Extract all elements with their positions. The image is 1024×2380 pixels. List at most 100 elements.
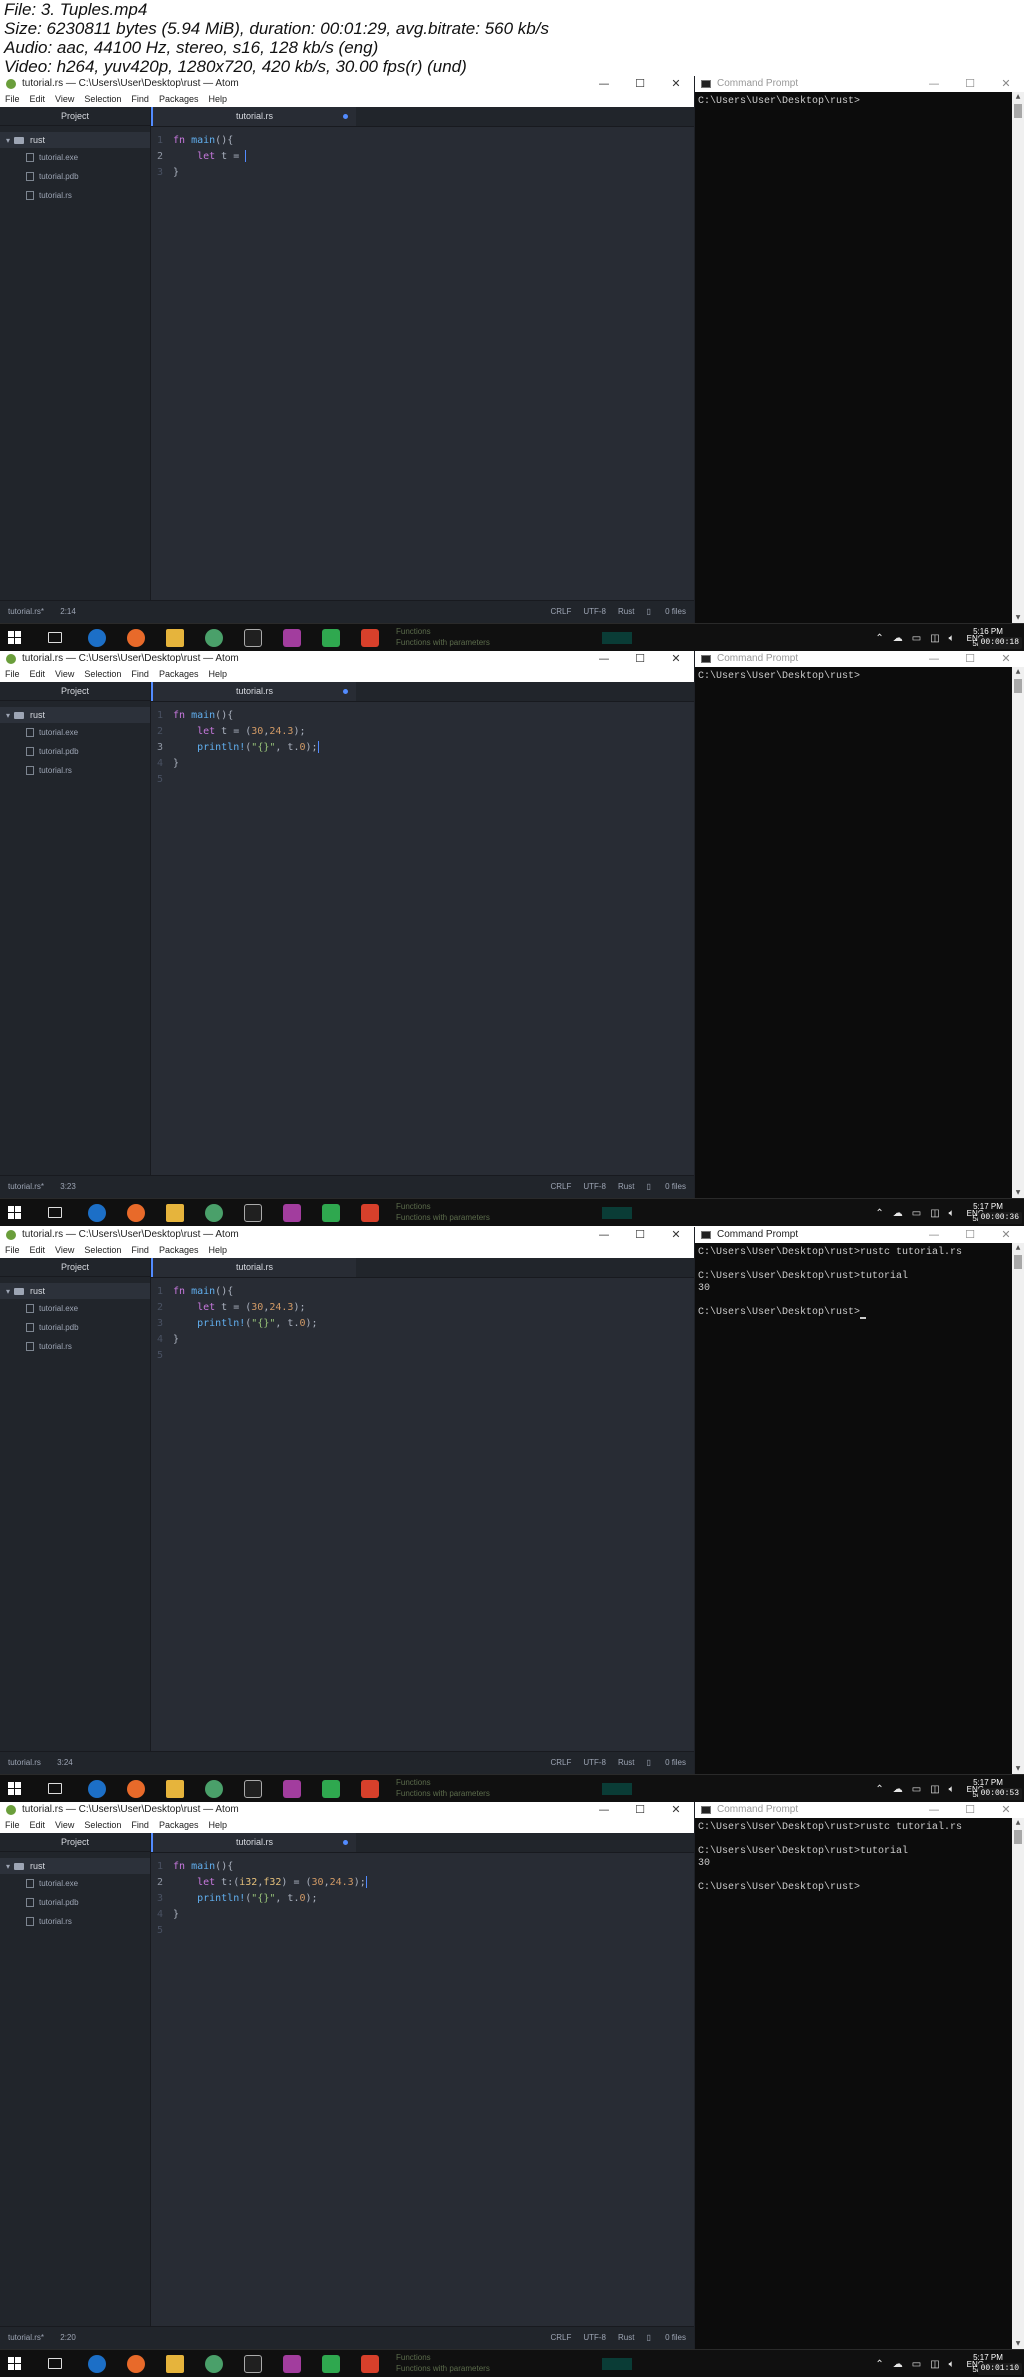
code-editor[interactable]: 1 fn main(){2 let t = 3} bbox=[151, 127, 694, 601]
taskbar-notification[interactable]: Functions Functions with parameters bbox=[396, 1777, 506, 1801]
status-encoding[interactable]: UTF-8 bbox=[583, 601, 606, 623]
status-git-files[interactable]: ▯ 0 files bbox=[646, 1176, 686, 1198]
menu-file[interactable]: File bbox=[0, 1243, 25, 1258]
minimize-button[interactable]: — bbox=[586, 651, 622, 667]
tree-file-pdb[interactable]: tutorial.pdb bbox=[0, 167, 150, 186]
menu-view[interactable]: View bbox=[50, 667, 79, 682]
cmd-scrollbar[interactable]: ▲ ▼ bbox=[1012, 92, 1024, 623]
scrollbar-thumb[interactable] bbox=[1014, 1830, 1022, 1844]
status-line-ending[interactable]: CRLF bbox=[550, 1752, 571, 1774]
command-prompt-window[interactable]: Command Prompt — ☐ ✕ C:\Users\User\Deskt… bbox=[695, 76, 1024, 623]
menu-find[interactable]: Find bbox=[126, 1243, 154, 1258]
edge-icon[interactable] bbox=[88, 2355, 106, 2373]
cmd-output[interactable]: C:\Users\User\Desktop\rust> bbox=[698, 671, 1010, 1198]
camtasia-green-icon[interactable] bbox=[322, 1780, 340, 1798]
tree-folder-rust[interactable]: ▾ rust bbox=[0, 132, 150, 148]
command-prompt-window[interactable]: Command Prompt — ☐ ✕ C:\Users\User\Deskt… bbox=[695, 651, 1024, 1198]
tab-tutorial-rs[interactable]: tutorial.rs bbox=[151, 1833, 356, 1852]
battery-icon[interactable]: ▭ bbox=[912, 1784, 921, 1795]
camtasia-red-icon[interactable] bbox=[361, 2355, 379, 2373]
tree-file-rs[interactable]: tutorial.rs bbox=[0, 186, 150, 205]
status-grammar[interactable]: Rust bbox=[618, 1752, 634, 1774]
close-button[interactable]: ✕ bbox=[658, 76, 694, 92]
status-cursor-position[interactable]: 3:23 bbox=[60, 1182, 76, 1191]
task-view-icon[interactable] bbox=[48, 1207, 62, 1218]
close-button[interactable]: ✕ bbox=[988, 1227, 1024, 1243]
menu-edit[interactable]: Edit bbox=[25, 92, 51, 107]
battery-icon[interactable]: ▭ bbox=[912, 633, 921, 644]
maximize-button[interactable]: ☐ bbox=[622, 651, 658, 667]
status-git-files[interactable]: ▯ 0 files bbox=[646, 2327, 686, 2349]
camtasia-red-icon[interactable] bbox=[361, 629, 379, 647]
network-icon[interactable]: ◫ bbox=[930, 1208, 939, 1219]
code-editor[interactable]: 1 fn main(){2 let t = (30,24.3); 3 println… bbox=[151, 702, 694, 1176]
windows-start-icon[interactable] bbox=[8, 1206, 22, 1220]
task-view-icon[interactable] bbox=[48, 2358, 62, 2369]
minimize-button[interactable]: — bbox=[916, 1227, 952, 1243]
atom-titlebar[interactable]: tutorial.rs — C:\Users\User\Desktop\rust… bbox=[0, 651, 694, 667]
code-line[interactable]: 1 fn main(){ bbox=[151, 1859, 233, 1875]
chevron-up-icon[interactable]: ⌃ bbox=[875, 2359, 883, 2370]
camtasia-red-icon[interactable] bbox=[361, 1204, 379, 1222]
chevron-up-icon[interactable]: ⌃ bbox=[875, 1208, 883, 1219]
firefox-icon[interactable] bbox=[127, 1204, 145, 1222]
battery-icon[interactable]: ▭ bbox=[912, 1208, 921, 1219]
scroll-down-icon[interactable]: ▼ bbox=[1012, 1188, 1024, 1198]
app-preview-icon[interactable] bbox=[602, 2358, 632, 2370]
edge-icon[interactable] bbox=[88, 1780, 106, 1798]
menu-edit[interactable]: Edit bbox=[25, 1818, 51, 1833]
status-line-ending[interactable]: CRLF bbox=[550, 2327, 571, 2349]
status-grammar[interactable]: Rust bbox=[618, 601, 634, 623]
taskbar-notification[interactable]: Functions Functions with parameters bbox=[396, 626, 506, 650]
cmd-scrollbar[interactable]: ▲ ▼ bbox=[1012, 1818, 1024, 2349]
code-line[interactable]: 3 println!("{}", t.0); bbox=[151, 740, 319, 756]
menu-selection[interactable]: Selection bbox=[79, 1818, 126, 1833]
onenote-icon[interactable] bbox=[283, 2355, 301, 2373]
code-line[interactable]: 2 let t = bbox=[151, 149, 247, 165]
tree-file-rs[interactable]: tutorial.rs bbox=[0, 761, 150, 780]
file-explorer-icon[interactable] bbox=[166, 629, 184, 647]
maximize-button[interactable]: ☐ bbox=[952, 76, 988, 92]
tree-file-rs[interactable]: tutorial.rs bbox=[0, 1912, 150, 1931]
file-explorer-icon[interactable] bbox=[166, 1204, 184, 1222]
taskbar-notification[interactable]: Functions Functions with parameters bbox=[396, 1201, 506, 1225]
menu-selection[interactable]: Selection bbox=[79, 1243, 126, 1258]
code-line[interactable]: 5 bbox=[151, 1348, 173, 1364]
code-line[interactable]: 3 println!("{}", t.0); bbox=[151, 1316, 318, 1332]
menu-find[interactable]: Find bbox=[126, 667, 154, 682]
status-line-ending[interactable]: CRLF bbox=[550, 601, 571, 623]
volume-icon[interactable]: 🔈︎ bbox=[949, 1784, 955, 1795]
scroll-down-icon[interactable]: ▼ bbox=[1012, 2339, 1024, 2349]
menu-edit[interactable]: Edit bbox=[25, 667, 51, 682]
firefox-icon[interactable] bbox=[127, 1780, 145, 1798]
chevron-up-icon[interactable]: ⌃ bbox=[875, 1784, 883, 1795]
cmd-output[interactable]: C:\Users\User\Desktop\rust>rustc tutoria… bbox=[698, 1822, 1010, 2349]
status-cursor-position[interactable]: 3:24 bbox=[57, 1758, 73, 1767]
tree-file-pdb[interactable]: tutorial.pdb bbox=[0, 1318, 150, 1337]
app-preview-icon[interactable] bbox=[602, 1783, 632, 1795]
close-button[interactable]: ✕ bbox=[658, 1227, 694, 1243]
atom-titlebar[interactable]: tutorial.rs — C:\Users\User\Desktop\rust… bbox=[0, 76, 694, 92]
tree-folder-rust[interactable]: ▾ rust bbox=[0, 707, 150, 723]
tab-tutorial-rs[interactable]: tutorial.rs bbox=[151, 107, 356, 126]
volume-icon[interactable]: 🔈︎ bbox=[949, 2359, 955, 2370]
close-button[interactable]: ✕ bbox=[988, 76, 1024, 92]
cmd-app-icon[interactable] bbox=[244, 629, 262, 647]
atom-app-icon[interactable] bbox=[205, 1204, 223, 1222]
atom-app-icon[interactable] bbox=[205, 2355, 223, 2373]
edge-icon[interactable] bbox=[88, 1204, 106, 1222]
menu-help[interactable]: Help bbox=[203, 1818, 232, 1833]
close-button[interactable]: ✕ bbox=[658, 1802, 694, 1818]
code-line[interactable]: 1 fn main(){ bbox=[151, 1284, 233, 1300]
status-git-files[interactable]: ▯ 0 files bbox=[646, 1752, 686, 1774]
windows-start-icon[interactable] bbox=[8, 631, 22, 645]
tree-file-exe[interactable]: tutorial.exe bbox=[0, 1299, 150, 1318]
code-line[interactable]: 5 bbox=[151, 772, 173, 788]
code-line[interactable]: 2 let t:(i32,f32) = (30,24.3); bbox=[151, 1875, 367, 1891]
onenote-icon[interactable] bbox=[283, 1204, 301, 1222]
status-encoding[interactable]: UTF-8 bbox=[583, 2327, 606, 2349]
cmd-app-icon[interactable] bbox=[244, 2355, 262, 2373]
close-button[interactable]: ✕ bbox=[988, 1802, 1024, 1818]
maximize-button[interactable]: ☐ bbox=[622, 76, 658, 92]
menu-help[interactable]: Help bbox=[203, 1243, 232, 1258]
